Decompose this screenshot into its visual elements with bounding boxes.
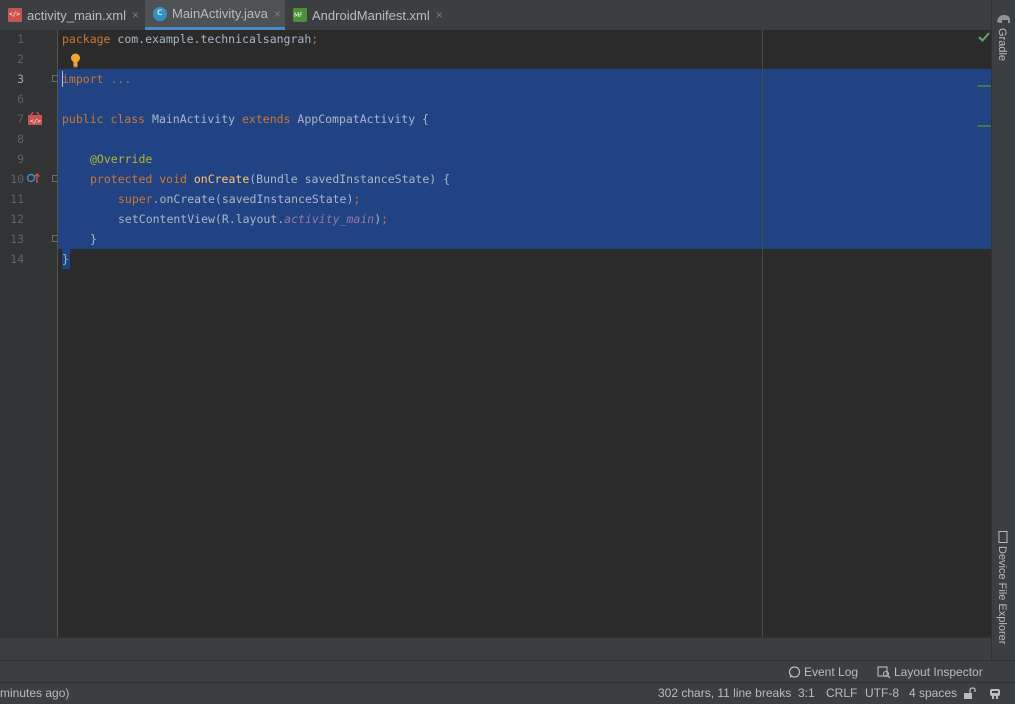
close-icon[interactable]: × <box>436 8 443 22</box>
lightbulb-icon[interactable] <box>70 53 81 68</box>
line-number: 2 <box>17 52 24 66</box>
manifest-icon <box>293 8 307 22</box>
tab-android-manifest-xml[interactable]: AndroidManifest.xml × <box>293 0 443 30</box>
right-tool-window-bar: Gradle Device File Explorer <box>991 0 1015 660</box>
line-number: 7 <box>17 112 24 126</box>
line-number-gutter[interactable]: 1 2 3 6 7 8 9 10 11 12 13 14 </> <box>0 30 59 637</box>
line-number: 9 <box>17 152 24 166</box>
java-class-icon <box>153 6 167 21</box>
svg-text:</>: </> <box>30 118 41 125</box>
line-number: 1 <box>17 32 24 46</box>
line-number: 3 <box>17 72 24 86</box>
code-line-13: } <box>90 232 97 246</box>
layout-inspector-label: Layout Inspector <box>894 665 983 679</box>
selection-info: 302 chars, 11 line breaks <box>658 686 792 700</box>
event-log-label: Event Log <box>804 665 859 679</box>
tab-label: AndroidManifest.xml <box>312 7 430 23</box>
line-number: 13 <box>10 232 24 246</box>
android-layout-icon[interactable]: </> <box>27 112 43 126</box>
text-caret <box>62 71 63 87</box>
status-message[interactable]: minutes ago) <box>0 686 69 700</box>
tab-main-activity-java[interactable]: MainActivity.java × <box>145 0 285 30</box>
check-icon[interactable] <box>978 31 990 43</box>
code-line-7: public class MainActivity extends AppCom… <box>62 112 429 126</box>
close-icon[interactable]: × <box>132 8 139 22</box>
caret-position[interactable]: 3:1 <box>798 686 815 700</box>
xml-layout-icon <box>8 8 22 22</box>
error-stripe-mark[interactable] <box>978 125 992 127</box>
code-line-3: import ... <box>62 72 132 86</box>
error-stripe-mark[interactable] <box>978 85 992 87</box>
line-number: 10 <box>10 172 24 186</box>
tab-label: MainActivity.java <box>172 6 268 21</box>
layout-inspector-button[interactable]: Layout Inspector <box>877 665 983 679</box>
tab-activity-main-xml[interactable]: activity_main.xml × <box>8 0 144 30</box>
device-icon <box>998 531 1008 543</box>
code-line-1: package com.example.technicalsangrah; <box>62 32 319 46</box>
code-line-14: } <box>62 252 69 266</box>
device-file-explorer-tool-button[interactable]: Device File Explorer <box>996 546 1008 644</box>
line-number: 14 <box>10 252 24 266</box>
gradle-elephant-icon <box>997 15 1010 23</box>
code-line-10: protected void onCreate(Bundle savedInst… <box>90 172 451 186</box>
status-bar: minutes ago) 302 chars, 11 line breaks 3… <box>0 682 1015 704</box>
bottom-tool-window-bar: Event Log Layout Inspector <box>0 660 1015 683</box>
inspector-hector-icon[interactable] <box>988 686 1002 700</box>
override-method-icon[interactable] <box>26 172 40 184</box>
line-number: 6 <box>17 92 24 106</box>
event-log-button[interactable]: Event Log <box>788 665 858 679</box>
file-encoding[interactable]: UTF-8 <box>865 686 899 700</box>
right-margin-guide <box>762 30 763 637</box>
indent-setting[interactable]: 4 spaces <box>909 686 957 700</box>
speech-bubble-icon <box>788 665 801 678</box>
editor-breadcrumb-bar <box>0 637 991 661</box>
layout-inspector-icon <box>877 665 891 678</box>
editor-tab-bar: activity_main.xml × MainActivity.java × … <box>0 0 991 31</box>
unlock-icon[interactable] <box>963 687 977 700</box>
gradle-tool-button[interactable]: Gradle <box>996 28 1008 61</box>
close-icon[interactable]: × <box>274 7 281 21</box>
tab-label: activity_main.xml <box>27 7 126 23</box>
code-line-9: @Override <box>90 152 153 166</box>
line-number: 11 <box>10 192 24 206</box>
line-number: 8 <box>17 132 24 146</box>
line-separator[interactable]: CRLF <box>826 686 857 700</box>
code-line-11: super.onCreate(savedInstanceState); <box>118 192 361 206</box>
line-number: 12 <box>10 212 24 226</box>
code-line-12: setContentView(R.layout.activity_main); <box>118 212 389 226</box>
